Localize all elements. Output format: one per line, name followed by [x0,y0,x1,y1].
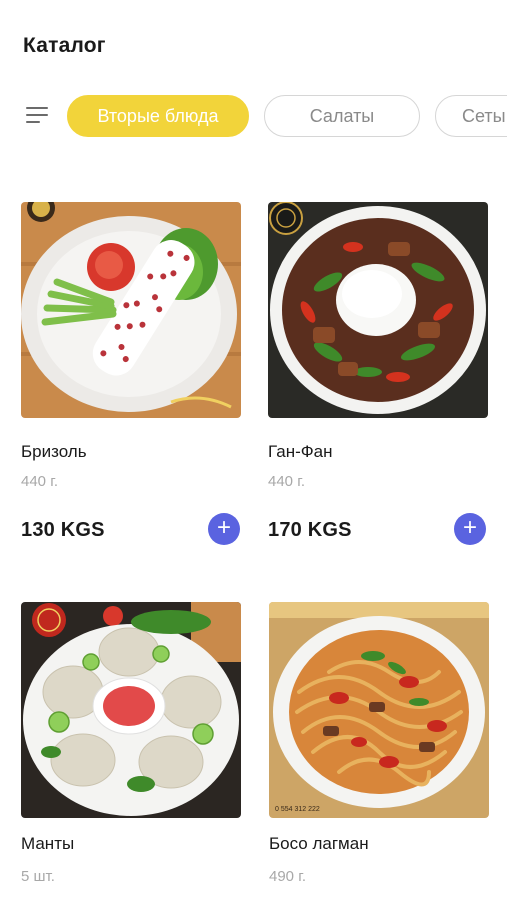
category-chip-sets[interactable]: Сеты [435,95,507,137]
category-filter-row: Вторые блюда Салаты Сеты [0,93,507,139]
filter-lines-icon[interactable] [26,107,48,125]
product-price: 130 KGS [21,519,105,541]
product-name: Босо лагман [269,834,369,853]
product-weight: 440 г. [268,473,306,490]
page-title: Каталог [23,34,106,57]
product-weight: 5 шт. [21,868,55,885]
product-name: Бризоль [21,442,87,461]
product-name: Ган-Фан [268,442,333,461]
product-image-boso-lagman[interactable]: 0 554 312 222 [269,602,489,818]
product-card[interactable]: Бризоль 440 г. 130 KGS + [21,202,243,552]
phone-number-overlay: 0 554 312 222 [275,806,320,813]
product-weight: 490 г. [269,868,307,885]
product-image-brizol[interactable] [21,202,241,418]
product-price: 170 KGS [268,519,352,541]
plus-icon: + [216,514,231,541]
product-card[interactable]: Ган-Фан 440 г. 170 KGS + [268,202,490,552]
add-to-cart-button[interactable]: + [454,513,486,545]
product-weight: 440 г. [21,473,59,490]
plus-icon: + [462,514,477,541]
category-chip-salads[interactable]: Салаты [264,95,420,137]
product-image-manty[interactable] [21,602,241,818]
product-name: Манты [21,834,75,853]
add-to-cart-button[interactable]: + [208,513,240,545]
product-image-gan-fan[interactable] [268,202,488,418]
product-card[interactable]: 0 554 312 222 Босо лагман 490 г. [269,602,491,900]
product-card[interactable]: Манты 5 шт. [21,602,243,900]
category-chip-main-dishes[interactable]: Вторые блюда [67,95,249,137]
